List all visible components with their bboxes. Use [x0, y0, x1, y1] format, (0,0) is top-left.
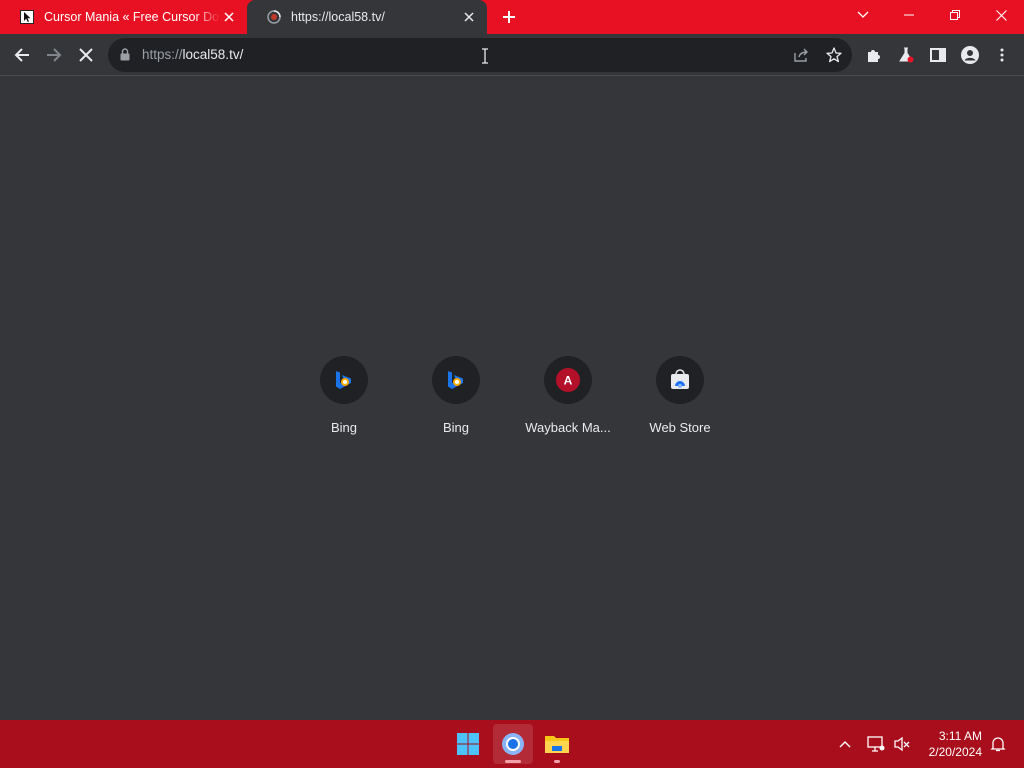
extensions-button[interactable] [858, 39, 890, 71]
bookmark-star-icon[interactable] [818, 39, 850, 71]
url-text[interactable]: https://local58.tv/ [142, 47, 243, 62]
taskbar-chrome[interactable] [493, 724, 533, 764]
wayback-machine-icon: A [544, 356, 592, 404]
tab-close-icon[interactable] [461, 9, 477, 25]
shortcut-label: Bing [442, 420, 470, 435]
chevron-down-icon [857, 11, 869, 18]
url-host: local58.tv/ [182, 47, 244, 62]
stop-x-icon [79, 48, 93, 62]
menu-button[interactable] [986, 39, 1018, 71]
shortcut-wayback-machine[interactable]: A Wayback Ma... [512, 352, 624, 452]
labs-button[interactable] [890, 39, 922, 71]
text-cursor-icon [480, 48, 490, 64]
shortcut-label: Web Store [649, 420, 711, 435]
shortcut-bing[interactable]: Bing [288, 352, 400, 452]
shortcut-bing[interactable]: Bing [400, 352, 512, 452]
running-indicator [554, 760, 560, 763]
shortcut-grid: Bing Bing A Wayback Ma... Web Store [288, 352, 736, 452]
clock-time: 3:11 AM [938, 729, 982, 743]
tab-title: Cursor Mania « Free Cursor Downloads [44, 10, 221, 24]
restore-button[interactable] [932, 0, 978, 30]
forward-button[interactable] [38, 39, 70, 71]
arrow-left-icon [14, 48, 29, 62]
notification-bell-icon[interactable] [986, 732, 1010, 756]
show-hidden-icons-button[interactable] [833, 732, 857, 756]
side-panel-button[interactable] [922, 39, 954, 71]
flask-icon [899, 47, 914, 63]
file-explorer-icon [545, 736, 569, 753]
tab-close-icon[interactable] [221, 9, 237, 25]
back-button[interactable] [6, 39, 38, 71]
close-icon [995, 9, 1007, 21]
clock-date: 2/20/2024 [928, 745, 982, 759]
stop-loading-button[interactable] [70, 39, 102, 71]
lock-icon[interactable] [120, 48, 130, 66]
minimize-button[interactable] [886, 0, 932, 30]
shortcut-label: Bing [330, 420, 358, 435]
volume-muted-icon[interactable] [890, 732, 914, 756]
puzzle-icon [868, 50, 880, 62]
chrome-icon [502, 733, 524, 755]
taskbar-file-explorer[interactable] [537, 724, 577, 764]
share-icon[interactable] [786, 39, 818, 71]
chevron-up-icon [839, 741, 851, 748]
bing-icon [320, 356, 368, 404]
tab-cursor-mania[interactable]: Cursor Mania « Free Cursor Downloads [0, 0, 247, 34]
system-clock[interactable]: 3:11 AM 2/20/2024 [929, 728, 982, 760]
plus-icon [503, 11, 515, 23]
tab-title: https://local58.tv/ [291, 10, 385, 24]
bing-icon [432, 356, 480, 404]
web-store-icon [656, 356, 704, 404]
tab-local58[interactable]: https://local58.tv/ [247, 0, 487, 34]
browser-toolbar: https://local58.tv/ [0, 34, 1024, 76]
url-scheme: https:// [142, 47, 183, 62]
start-button[interactable] [448, 724, 488, 764]
close-window-button[interactable] [978, 0, 1024, 30]
windows-start-icon [457, 733, 479, 755]
restore-icon [950, 10, 960, 20]
running-indicator [505, 760, 521, 763]
shortcut-web-store[interactable]: Web Store [624, 352, 736, 452]
profile-button[interactable] [954, 39, 986, 71]
tab-search-button[interactable] [840, 0, 886, 30]
shortcut-label: Wayback Ma... [525, 420, 611, 435]
kebab-menu-icon [1000, 48, 1004, 62]
arrow-right-icon [47, 48, 62, 62]
loading-globe-icon [267, 10, 281, 24]
new-tab-button[interactable] [498, 6, 520, 28]
minimize-icon [904, 14, 914, 16]
profile-avatar-icon [961, 46, 979, 64]
wayback-letter: A [564, 374, 573, 388]
network-icon[interactable] [864, 732, 888, 756]
tab-strip: Cursor Mania « Free Cursor Downloads htt… [0, 0, 1024, 34]
cursor-arrow-icon [20, 10, 34, 24]
taskbar: 3:11 AM 2/20/2024 [0, 720, 1024, 768]
side-panel-icon [930, 48, 946, 62]
